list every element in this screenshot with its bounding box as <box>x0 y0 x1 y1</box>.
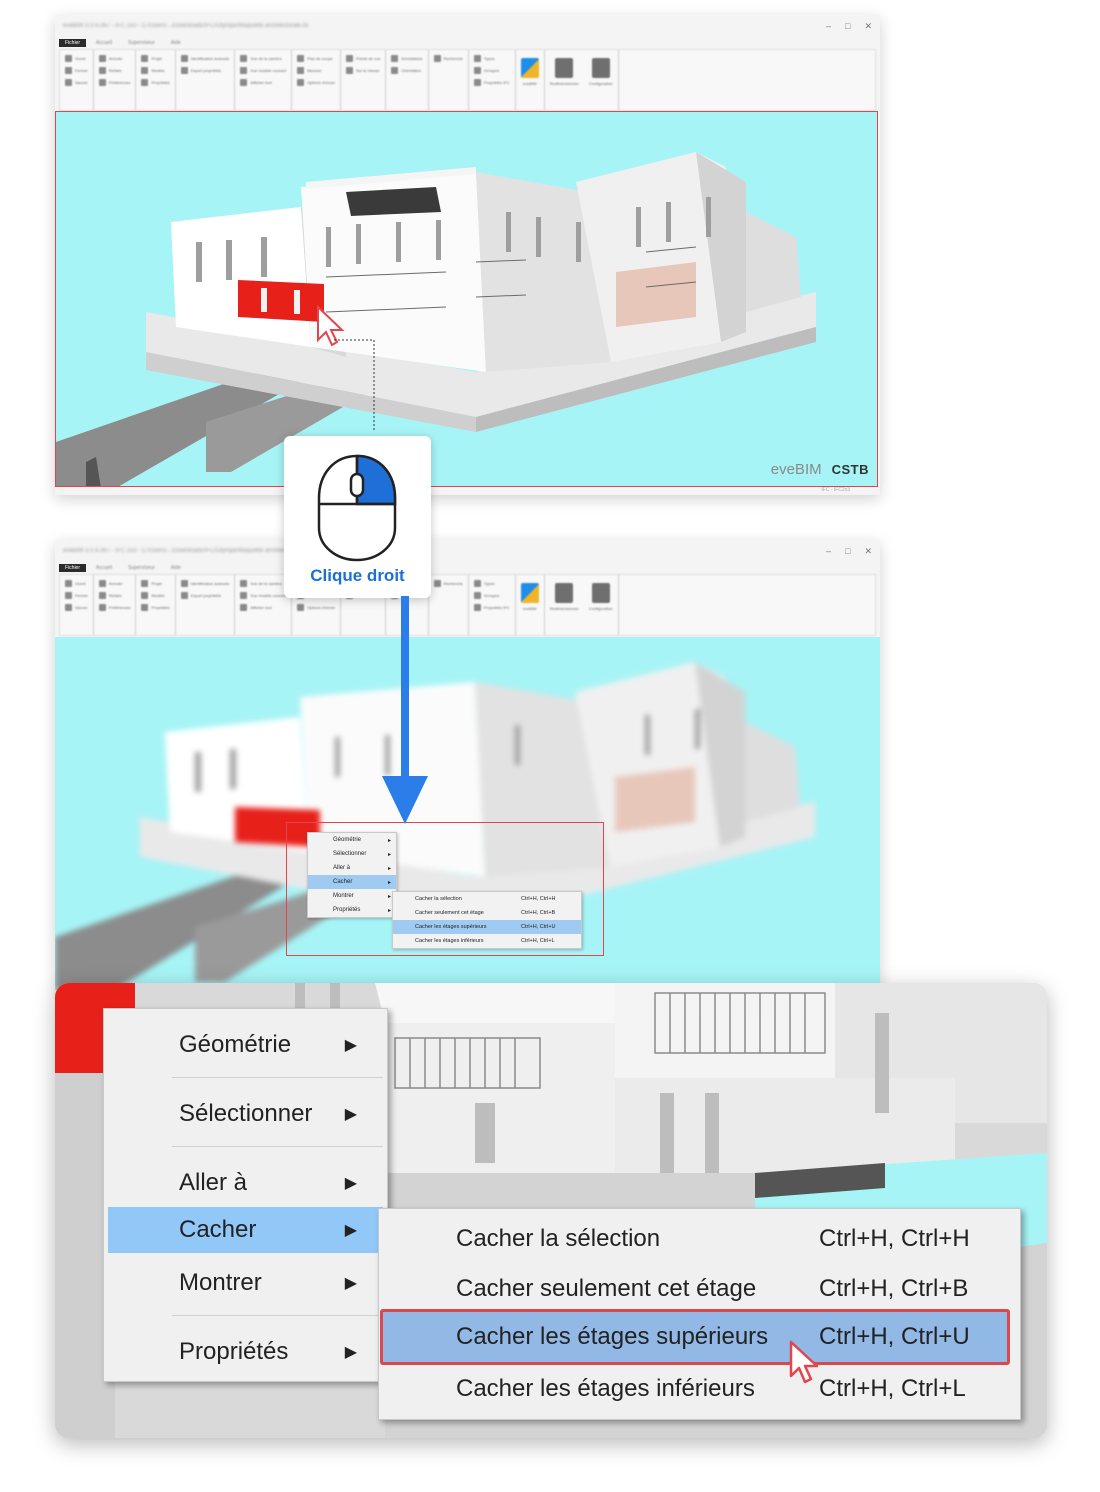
menu-item-cacher[interactable]: Cacher <box>308 875 396 889</box>
menu-tab-fichier[interactable]: Fichier <box>59 564 87 572</box>
shortcut-text: Ctrl+H, Ctrl+U <box>819 1323 970 1350</box>
window-title: eveBIM 3.0.4.367 - IFC 2x3 - C:/Users/..… <box>63 548 309 554</box>
ribbon-group: Identification avancée Export propriétés <box>176 50 236 110</box>
ribbon-group: Recherche <box>429 575 469 635</box>
status-bar: IFC · IFC2x3 <box>821 487 850 493</box>
menu-item-proprietes[interactable]: Propriétés <box>308 903 396 917</box>
mouse-right-click-icon <box>317 454 397 562</box>
menu-item-selectionner[interactable]: Sélectionner <box>308 847 396 861</box>
submenu-cacher: Cacher la sélection Ctrl+H, Ctrl+H Cacher… <box>378 1208 1021 1420</box>
submenu-item-cacher-etages-superieurs[interactable]: Cacher les étages supérieurs Ctrl+H, Ctrl… <box>380 1309 1010 1365</box>
close-icon[interactable]: ✕ <box>864 546 872 557</box>
menu-tab-accueil[interactable]: Accueil <box>90 39 118 47</box>
evebim-logo-button[interactable]: eveBIM <box>520 579 539 611</box>
submenu-item[interactable]: Cacher les étages supérieurs Ctrl+H, Ctrl… <box>393 920 581 934</box>
ribbon-group: Projet Modèle Propriétés <box>136 575 176 635</box>
watermark: eveBIM CSTB <box>771 461 869 478</box>
menu-tab-superviseur[interactable]: Superviseur <box>122 39 161 47</box>
submenu-item-cacher-selection[interactable]: Cacher la sélection Ctrl+H, Ctrl+H <box>381 1216 1016 1262</box>
menu-item-proprietes[interactable]: Propriétés ▶ <box>108 1329 383 1375</box>
menu-item-aller-a[interactable]: Aller à ▶ <box>108 1160 383 1206</box>
shortcut-text: Ctrl+H, Ctrl+L <box>819 1375 966 1402</box>
ribbon: Ouvrir Fermer Sauver Annuler Refaire Préfére… <box>59 574 876 636</box>
title-bar: eveBIM 3.0.4.367 - IFC 2x3 - C:/Users/..… <box>55 540 880 562</box>
minimize-icon[interactable]: – <box>826 21 831 32</box>
chevron-right-icon: ▶ <box>344 1344 357 1361</box>
menu-item-geometrie[interactable]: Géométrie ▶ <box>108 1022 383 1068</box>
minimize-icon[interactable]: – <box>826 546 831 557</box>
submenu-item-cacher-etages-inferieurs[interactable]: Cacher les étages inférieurs Ctrl+H, Ctrl… <box>381 1366 1016 1412</box>
ribbon-group: Types Groupes Propriétés IFC <box>469 575 516 635</box>
menu-separator <box>172 1077 383 1078</box>
building-model <box>56 152 816 486</box>
ribbon-group: Pointe de vueSur le niveau <box>341 50 387 110</box>
menu-tab-fichier[interactable]: Fichier <box>59 39 87 47</box>
submenu-item[interactable]: Cacher la sélection Ctrl+H, Ctrl+H <box>393 892 581 906</box>
configuration-button[interactable]: Configuration <box>589 54 613 106</box>
menu-tab-aide[interactable]: Aide <box>165 564 187 572</box>
menu-tab-accueil[interactable]: Accueil <box>90 564 118 572</box>
title-bar: eveBIM 3.0.4.367 - IFC 2x3 - C:/Users/..… <box>55 15 880 37</box>
chevron-right-icon: ▶ <box>344 1037 357 1054</box>
configuration-button[interactable]: Configuration <box>589 579 613 631</box>
maximize-icon[interactable]: □ <box>845 546 850 557</box>
menu-bar: Fichier Accueil Superviseur Aide <box>55 37 880 49</box>
mouse-pointer-icon <box>789 1340 819 1384</box>
resize-button[interactable]: Redimensionner <box>550 54 579 106</box>
menu-separator <box>172 1315 383 1316</box>
menu-tab-aide[interactable]: Aide <box>165 39 187 47</box>
chevron-right-icon: ▶ <box>344 1175 357 1192</box>
evebim-brand: eveBIM <box>770 461 822 478</box>
3d-viewport[interactable]: eveBIM CSTB <box>55 111 878 487</box>
ribbon: Ouvrir Fermer Sauver Annuler Refaire Préfére… <box>59 49 876 111</box>
ribbon-group: Ouvrir Fermer Sauver <box>60 575 94 635</box>
ribbon-group: Projet Modèle Propriétés <box>136 50 176 110</box>
menu-item-geometrie[interactable]: Géométrie <box>308 833 396 847</box>
arrow-down-icon <box>382 596 428 824</box>
ribbon-group: AnnotationsOrientation <box>386 50 429 110</box>
close-icon[interactable]: ✕ <box>864 21 872 32</box>
resize-button[interactable]: Redimensionner <box>550 579 579 631</box>
chevron-right-icon: ▶ <box>344 1106 357 1123</box>
menu-item-cacher[interactable]: Cacher ▶ <box>108 1207 383 1253</box>
ribbon-group: Vue de la caméra Vue modèle courant Affich… <box>235 50 293 110</box>
mouse-callout: Clique droit <box>284 436 431 598</box>
chevron-right-icon: ▶ <box>344 1275 357 1292</box>
menu-item-montrer[interactable]: Montrer ▶ <box>108 1260 383 1306</box>
shortcut-text: Ctrl+H, Ctrl+H <box>819 1225 970 1252</box>
right-click-label: Clique droit <box>310 566 405 585</box>
ribbon-group: Types Groupes Propriétés IFC <box>469 50 516 110</box>
ribbon-group: Identification avancée Export propriétés <box>176 575 236 635</box>
submenu-item[interactable]: Cacher seulement cet étage Ctrl+H, Ctrl+B <box>393 906 581 920</box>
chevron-right-icon: ▶ <box>344 1222 357 1239</box>
ribbon-group: Ouvrir Fermer Sauver <box>60 50 94 110</box>
context-menu-small: Géométrie Sélectionner Aller à Cacher Mo… <box>307 832 397 918</box>
context-menu: Géométrie ▶ Sélectionner ▶ Aller à ▶ Cacher… <box>103 1008 388 1382</box>
menu-item-montrer[interactable]: Montrer <box>308 889 396 903</box>
menu-separator <box>172 1146 383 1147</box>
maximize-icon[interactable]: □ <box>845 21 850 32</box>
shortcut-text: Ctrl+H, Ctrl+B <box>819 1275 969 1302</box>
ribbon-group: Recherche <box>429 50 469 110</box>
menu-bar: Fichier Accueil Superviseur Aide <box>55 562 880 574</box>
submenu-item[interactable]: Cacher les étages inférieurs Ctrl+H, Ctrl… <box>393 934 581 948</box>
ribbon-group: Annuler Refaire Préférences <box>94 50 137 110</box>
menu-item-selectionner[interactable]: Sélectionner ▶ <box>108 1091 383 1137</box>
ribbon-group: Annuler Refaire Préférences <box>94 575 137 635</box>
ribbon-group: Plan de coupeMesurerOptions d'écran <box>292 50 341 110</box>
app-window-top: eveBIM 3.0.4.367 - IFC 2x3 - C:/Users/..… <box>55 15 880 495</box>
window-title: eveBIM 3.0.4.367 - IFC 2x3 - C:/Users/..… <box>63 23 309 29</box>
cstb-logo: CSTB <box>831 462 869 477</box>
menu-item-aller-a[interactable]: Aller à <box>308 861 396 875</box>
submenu-item-cacher-etage[interactable]: Cacher seulement cet étage Ctrl+H, Ctrl+B <box>381 1266 1016 1312</box>
submenu-small: Cacher la sélection Ctrl+H, Ctrl+H Cacher… <box>392 891 582 949</box>
menu-tab-superviseur[interactable]: Superviseur <box>122 564 161 572</box>
evebim-logo-button[interactable]: eveBIM <box>520 54 539 86</box>
